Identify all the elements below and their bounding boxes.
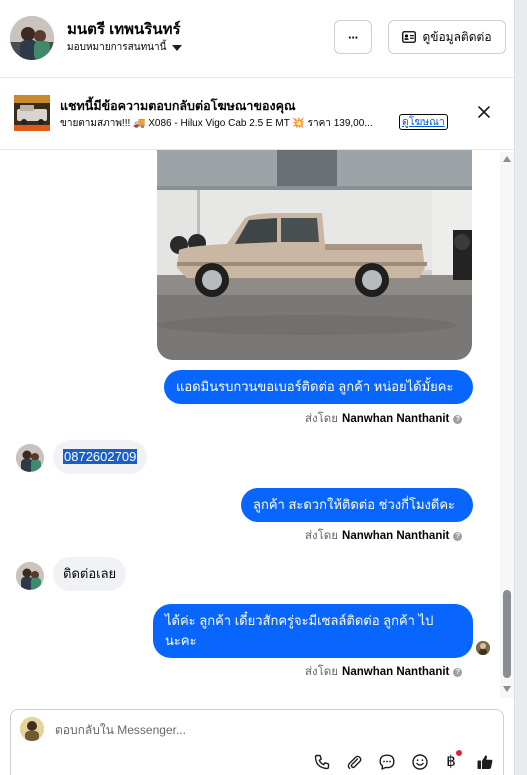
message-bubble-outgoing[interactable]: ลูกค้า สะดวกให้ติดต่อ ช่วงกี่โมงดีคะ xyxy=(241,488,473,522)
ad-thumbnail[interactable] xyxy=(14,95,50,131)
more-options-button[interactable]: ··· xyxy=(334,20,372,54)
contact-name[interactable]: มนตรี เทพนรินทร์ xyxy=(67,17,181,41)
paperclip-icon[interactable] xyxy=(345,753,363,771)
message-bubble-incoming[interactable]: 0872602709 xyxy=(53,440,148,474)
customer-avatar[interactable] xyxy=(16,562,44,590)
smiley-icon[interactable] xyxy=(411,753,429,771)
sent-by-prefix: ส่งโดย xyxy=(305,530,339,542)
reply-input[interactable] xyxy=(55,720,455,740)
contact-avatar[interactable] xyxy=(10,16,54,60)
message-bubble-incoming[interactable]: ติดต่อเลย xyxy=(53,557,127,591)
thumbs-up-icon[interactable] xyxy=(476,753,494,771)
sent-by-label: ส่งโดย Nanwhan Nanthanit ? xyxy=(305,410,463,428)
scrollbar-thumb[interactable] xyxy=(503,590,511,678)
view-ad-link[interactable]: ดูโฆษณา xyxy=(399,114,448,130)
message-bubble-outgoing[interactable]: แอดมินรบกวนขอเบอร์ติดต่อ ลูกค้า หน่อยได้… xyxy=(164,370,473,404)
info-icon[interactable]: ? xyxy=(453,414,463,424)
sent-by-prefix: ส่งโดย xyxy=(305,413,339,425)
sender-name: Nanwhan Nanthanit xyxy=(342,413,450,425)
sent-by-label: ส่งโดย Nanwhan Nanthanit ? xyxy=(305,527,463,545)
info-icon[interactable]: ? xyxy=(453,531,463,541)
scroll-up-arrow-icon[interactable] xyxy=(503,156,511,162)
assign-label: มอบหมายการสนทนานี้ xyxy=(67,42,167,53)
conversation-header: มนตรี เทพนรินทร์ มอบหมายการสนทนานี้ ··· … xyxy=(0,0,514,78)
message-text: แอดมินรบกวนขอเบอร์ติดต่อ ลูกค้า หน่อยได้… xyxy=(176,379,454,394)
close-icon[interactable] xyxy=(474,102,494,122)
message-text: ติดต่อเลย xyxy=(63,566,117,581)
ad-reply-banner: แชทนี้มีข้อความตอบกลับต่อโฆษณาของคุณ ขาย… xyxy=(0,78,514,150)
view-contact-button[interactable]: ดูข้อมูลติดต่อ xyxy=(388,20,506,54)
more-icon: ··· xyxy=(348,29,359,45)
chat-bubble-icon[interactable] xyxy=(378,753,396,771)
sent-by-prefix: ส่งโดย xyxy=(305,666,339,678)
view-contact-label: ดูข้อมูลติดต่อ xyxy=(422,29,492,44)
customer-avatar[interactable] xyxy=(16,444,44,472)
sent-by-label: ส่งโดย Nanwhan Nanthanit ? xyxy=(305,663,463,681)
page-edge xyxy=(514,0,527,775)
message-composer: ฿ xyxy=(10,709,504,775)
notification-dot xyxy=(456,750,462,756)
sender-name: Nanwhan Nanthanit xyxy=(342,666,450,678)
message-text: ลูกค้า สะดวกให้ติดต่อ ช่วงกี่โมงดีคะ xyxy=(253,497,456,512)
message-image[interactable] xyxy=(157,150,472,360)
contact-card-icon xyxy=(402,31,417,43)
assign-conversation-dropdown[interactable]: มอบหมายการสนทนานี้ xyxy=(67,40,183,55)
sender-name: Nanwhan Nanthanit xyxy=(342,530,450,542)
phone-icon[interactable] xyxy=(313,753,331,771)
chevron-down-icon xyxy=(172,44,183,51)
info-icon[interactable]: ? xyxy=(453,667,463,677)
phone-number-text[interactable]: 0872602709 xyxy=(63,449,138,464)
message-text-line: ได้ค่ะ ลูกค้า เดี๋ยวสักครู่จะมีเซลล์ติดต… xyxy=(165,613,434,628)
ad-description: ขายตามสภาพ!!! 🚚 X086 - Hilux Vigo Cab 2.… xyxy=(60,118,373,129)
page-avatar xyxy=(20,717,44,741)
seen-indicator-avatar xyxy=(476,641,490,655)
message-text-line: นะคะ xyxy=(165,633,197,648)
ad-banner-title: แชทนี้มีข้อความตอบกลับต่อโฆษณาของคุณ xyxy=(60,99,296,113)
message-bubble-outgoing[interactable]: ได้ค่ะ ลูกค้า เดี๋ยวสักครู่จะมีเซลล์ติดต… xyxy=(153,604,473,658)
scroll-down-arrow-icon[interactable] xyxy=(503,686,511,692)
